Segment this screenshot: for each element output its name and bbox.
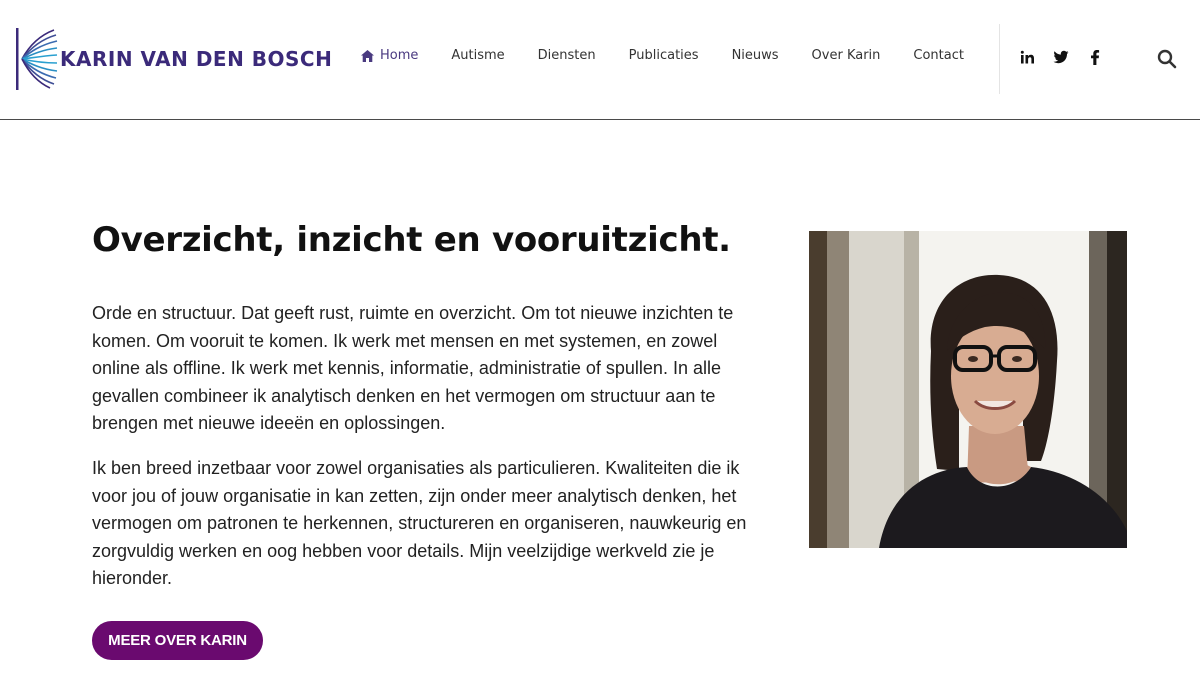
home-icon — [361, 49, 374, 62]
facebook-icon[interactable] — [1090, 50, 1100, 65]
page-headline: Overzicht, inzicht en vooruitzicht. — [92, 220, 731, 260]
portrait-photo — [809, 231, 1127, 548]
nav-item-over-karin[interactable]: Over Karin — [812, 48, 881, 63]
header-divider — [999, 24, 1000, 94]
qualities-paragraph: Ik ben breed inzetbaar voor zowel organi… — [92, 458, 747, 588]
meer-over-karin-button[interactable]: MEER OVER KARIN — [92, 621, 263, 660]
linkedin-icon[interactable] — [1020, 50, 1035, 65]
main-nav: Home Autisme Diensten Publicaties Nieuws… — [361, 48, 997, 63]
site-header: KARIN VAN DEN BOSCH Home Autisme Dienste… — [0, 0, 1200, 120]
site-logo[interactable]: KARIN VAN DEN BOSCH — [16, 28, 332, 90]
nav-item-diensten[interactable]: Diensten — [538, 48, 596, 63]
nav-item-label: Home — [380, 48, 419, 63]
search-icon — [1157, 49, 1177, 69]
twitter-icon[interactable] — [1053, 50, 1069, 65]
brand-name: KARIN VAN DEN BOSCH — [60, 47, 333, 71]
nav-item-autisme[interactable]: Autisme — [451, 48, 504, 63]
nav-item-nieuws[interactable]: Nieuws — [732, 48, 779, 63]
nav-item-home[interactable]: Home — [361, 48, 418, 63]
intro-paragraph: Orde en structuur. Dat geeft rust, ruimt… — [92, 303, 734, 433]
nav-item-publicaties[interactable]: Publicaties — [629, 48, 699, 63]
search-button[interactable] — [1157, 49, 1177, 69]
nav-item-contact[interactable]: Contact — [913, 48, 964, 63]
logo-mark-icon — [16, 28, 58, 90]
